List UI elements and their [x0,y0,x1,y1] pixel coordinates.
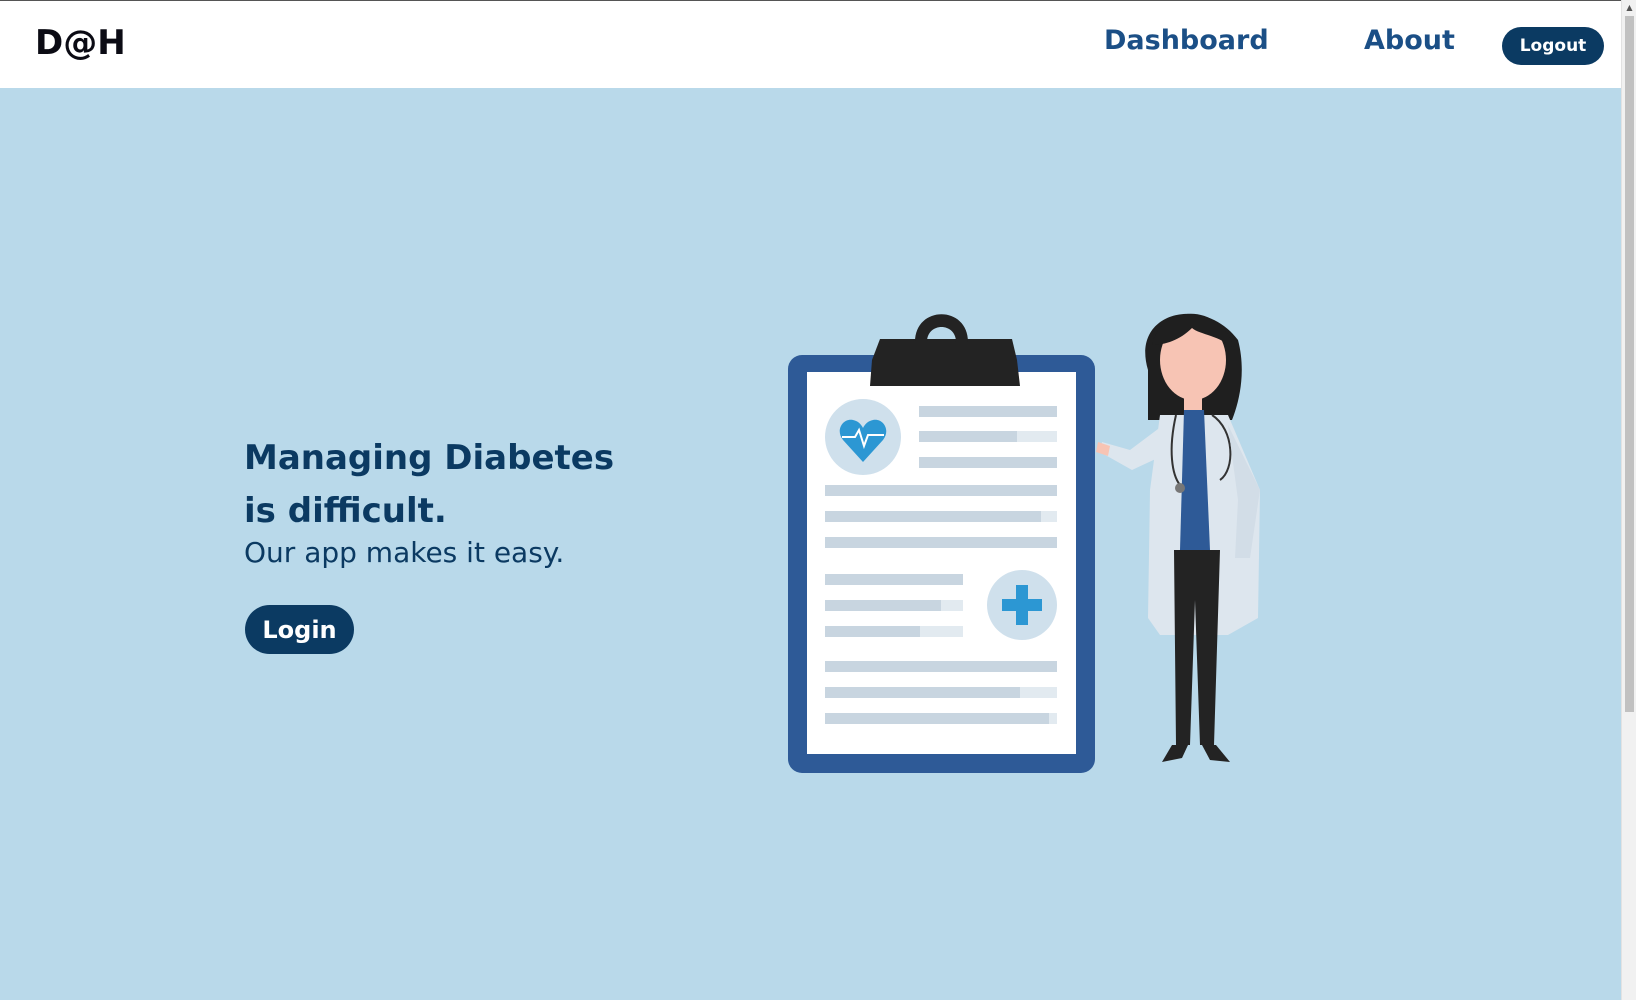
hero-title: Managing Diabetes is difficult. [244,432,664,538]
hero-illustration [780,300,1280,780]
clipboard-illustration [788,314,1095,773]
nav-about-link[interactable]: About [1364,25,1455,56]
scroll-up-icon[interactable]: ▲ [1622,0,1636,14]
hero-subtitle: Our app makes it easy. [244,536,565,569]
logo[interactable]: D@H [35,23,126,63]
logout-button[interactable]: Logout [1502,27,1604,65]
page-scrollbar[interactable]: ▲ [1621,0,1636,1000]
navbar: D@H Dashboard About Logout [0,0,1621,88]
nav-dashboard-link[interactable]: Dashboard [1104,25,1269,56]
scroll-thumb[interactable] [1625,16,1634,712]
hero-text: Managing Diabetes is difficult. Our app … [244,432,664,569]
doctor-illustration [1096,313,1260,762]
hero-title-line1: Managing Diabetes [244,438,615,478]
hero-title-line2: is difficult. [244,491,447,531]
login-button[interactable]: Login [245,605,354,654]
